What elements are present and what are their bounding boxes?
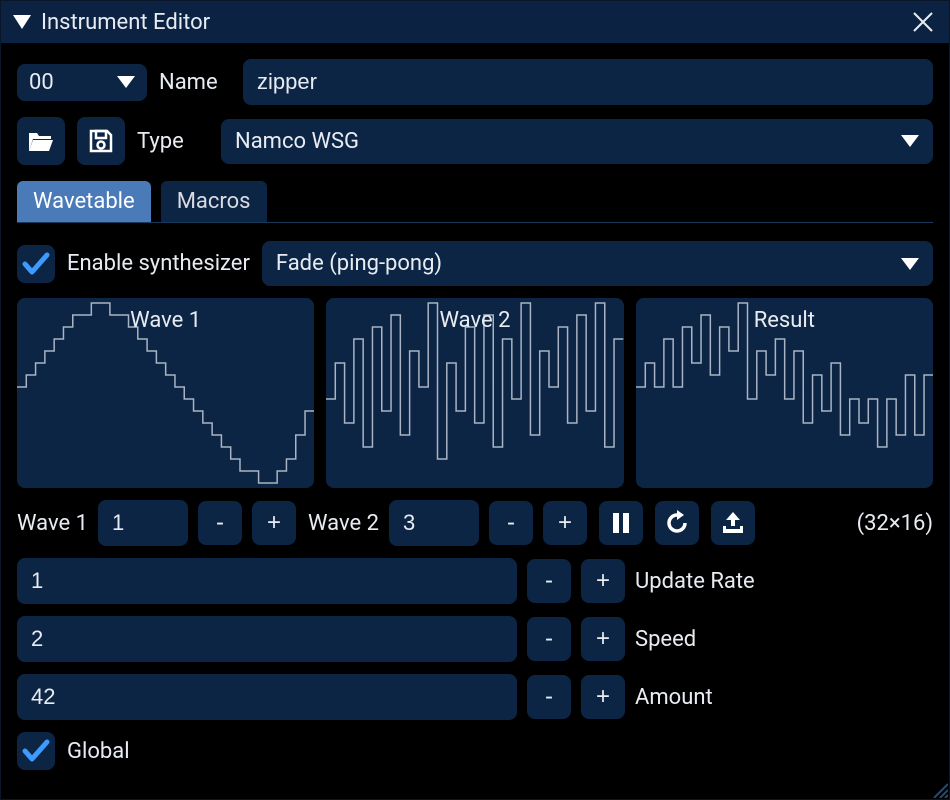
wave1-plus-button[interactable]: + [252, 501, 296, 545]
wave1-num-input[interactable] [98, 500, 188, 546]
enable-synth-checkbox[interactable] [17, 245, 55, 283]
wave2-plus-button[interactable]: + [543, 501, 587, 545]
wave-dimensions: (32×16) [857, 511, 933, 536]
update-rate-plus-button[interactable]: + [581, 559, 625, 603]
instrument-number-value: 00 [29, 70, 54, 95]
tab-macros[interactable]: Macros [161, 181, 267, 222]
wave1-panel[interactable]: Wave 1 [17, 298, 314, 488]
wave2-minus-button[interactable]: - [489, 501, 533, 545]
save-icon [88, 128, 114, 154]
amount-minus-button[interactable]: - [527, 675, 571, 719]
open-button[interactable] [17, 117, 65, 165]
wave1-minus-button[interactable]: - [198, 501, 242, 545]
name-input[interactable] [243, 59, 933, 105]
synth-mode-value: Fade (ping-pong) [276, 251, 442, 276]
check-icon [22, 739, 50, 763]
pause-button[interactable] [599, 501, 643, 545]
synth-mode-select[interactable]: Fade (ping-pong) [262, 241, 933, 286]
speed-input[interactable] [17, 616, 517, 662]
upload-icon [720, 511, 746, 535]
name-label: Name [159, 70, 231, 95]
amount-plus-button[interactable]: + [581, 675, 625, 719]
pause-icon [611, 512, 631, 534]
refresh-icon [664, 510, 690, 536]
type-select[interactable]: Namco WSG [221, 119, 933, 164]
type-label: Type [137, 129, 209, 154]
chevron-down-icon [117, 76, 135, 88]
update-rate-minus-button[interactable]: - [527, 559, 571, 603]
global-checkbox[interactable] [17, 732, 55, 770]
wave2-title: Wave 2 [326, 308, 623, 333]
close-button[interactable] [909, 8, 937, 36]
type-value: Namco WSG [235, 129, 359, 154]
wave1-num-label: Wave 1 [17, 511, 88, 536]
update-rate-label: Update Rate [635, 569, 755, 594]
amount-label: Amount [635, 685, 713, 710]
wave2-panel[interactable]: Wave 2 [326, 298, 623, 488]
speed-label: Speed [635, 627, 696, 652]
chevron-down-icon [901, 135, 919, 147]
check-icon [22, 252, 50, 276]
folder-open-icon [27, 129, 55, 153]
global-label: Global [67, 739, 130, 764]
update-rate-input[interactable] [17, 558, 517, 604]
window-title: Instrument Editor [41, 10, 909, 35]
speed-minus-button[interactable]: - [527, 617, 571, 661]
result-panel[interactable]: Result [636, 298, 933, 488]
wave1-title: Wave 1 [17, 308, 314, 333]
enable-synth-label: Enable synthesizer [67, 251, 250, 276]
tabs: Wavetable Macros [17, 181, 933, 223]
close-icon [912, 11, 934, 33]
upload-button[interactable] [711, 501, 755, 545]
restart-button[interactable] [655, 501, 699, 545]
titlebar[interactable]: Instrument Editor [1, 1, 949, 43]
chevron-down-icon [901, 258, 919, 270]
speed-plus-button[interactable]: + [581, 617, 625, 661]
wave2-num-label: Wave 2 [308, 511, 379, 536]
tab-wavetable[interactable]: Wavetable [17, 181, 151, 222]
collapse-icon[interactable] [13, 15, 31, 29]
instrument-number-select[interactable]: 00 [17, 64, 147, 101]
resize-grip-icon[interactable] [930, 780, 948, 798]
amount-input[interactable] [17, 674, 517, 720]
result-title: Result [636, 308, 933, 333]
save-button[interactable] [77, 117, 125, 165]
wave2-num-input[interactable] [389, 500, 479, 546]
